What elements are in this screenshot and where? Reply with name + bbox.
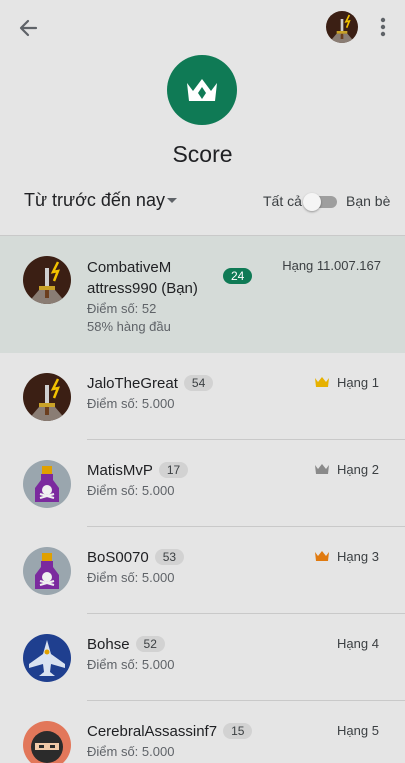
rank-label: Hạng 1 [337, 375, 379, 390]
player-name: CombativeM [87, 259, 172, 276]
rank-label: Hạng 3 [337, 549, 379, 564]
sword-icon [326, 11, 358, 43]
player-name: Bohse [87, 636, 130, 653]
player-score: Điểm số: 5.000 [87, 744, 175, 759]
level-badge: 15 [223, 723, 253, 739]
rank-label: Hạng 5 [337, 723, 379, 738]
time-range-dropdown[interactable]: Từ trước đến nay [24, 190, 165, 211]
ninja-icon [23, 721, 71, 763]
page-title: Score [172, 141, 233, 167]
level-badge: 53 [154, 549, 185, 565]
list-item[interactable]: CerebralAssassinf7 15 Điểm số: 5.000 Hạng… [0, 701, 405, 763]
level-badge: 54 [183, 375, 214, 391]
friends-toggle[interactable] [303, 193, 337, 211]
list-item[interactable]: MatisMvP 17 Điểm số: 5.000 Hạng 2 [0, 440, 405, 526]
player-name: MatisMvP [87, 462, 153, 479]
list-item[interactable]: Bohse 52 Điểm số: 5.000 Hạng 4 [0, 614, 405, 700]
bronze-crown-icon [315, 551, 329, 561]
player-name: BoS0070 [87, 549, 149, 566]
player-score: Điểm số: 52 [87, 301, 157, 316]
player-score: Điểm số: 5.000 [87, 396, 175, 411]
avatar [23, 721, 71, 763]
profile-avatar[interactable] [326, 11, 358, 43]
percentile-text: 58% hàng đầu [87, 319, 171, 334]
list-item[interactable]: JaloTheGreat 54 Điểm số: 5.000 Hạng 1 [0, 353, 405, 439]
rank-label: Hạng 2 [337, 462, 379, 477]
avatar [23, 547, 71, 595]
sword-icon [23, 256, 71, 304]
poison-bottle-icon [23, 547, 71, 595]
player-score: Điểm số: 5.000 [87, 570, 175, 585]
level-badge: 17 [158, 462, 189, 478]
crown-icon [187, 79, 217, 101]
avatar [23, 460, 71, 508]
level-badge: 24 [223, 268, 253, 284]
player-name: JaloTheGreat [87, 375, 178, 392]
rank-label: Hạng 11.007.167 [282, 258, 381, 273]
toggle-knob [303, 193, 321, 211]
player-name: CerebralAssassinf7 [87, 723, 218, 740]
level-badge: 52 [135, 636, 165, 652]
leaderboard-badge [167, 55, 237, 125]
avatar [23, 256, 71, 304]
player-score: Điểm số: 5.000 [87, 483, 175, 498]
fighter-jet-icon [23, 634, 71, 682]
back-arrow-icon[interactable] [14, 14, 42, 42]
player-score: Điểm số: 5.000 [87, 657, 175, 672]
avatar [23, 634, 71, 682]
rank-label: Hạng 4 [337, 636, 379, 651]
dropdown-caret-icon[interactable] [166, 197, 178, 205]
more-options-icon[interactable] [374, 14, 392, 40]
silver-crown-icon [315, 464, 329, 474]
sword-icon [23, 373, 71, 421]
gold-crown-icon [315, 377, 329, 387]
avatar [23, 373, 71, 421]
top-bar [0, 0, 405, 54]
poison-bottle-icon [23, 460, 71, 508]
player-name-continued: attress990 (Bạn) [87, 280, 198, 297]
list-item[interactable]: BoS0070 53 Điểm số: 5.000 Hạng 3 [0, 527, 405, 613]
current-player-row[interactable]: CombativeM 24 attress990 (Bạn) Điểm số: … [0, 236, 405, 353]
scope-all-label: Tất cả [263, 193, 302, 209]
scope-friends-label: Bạn bè [346, 193, 391, 209]
